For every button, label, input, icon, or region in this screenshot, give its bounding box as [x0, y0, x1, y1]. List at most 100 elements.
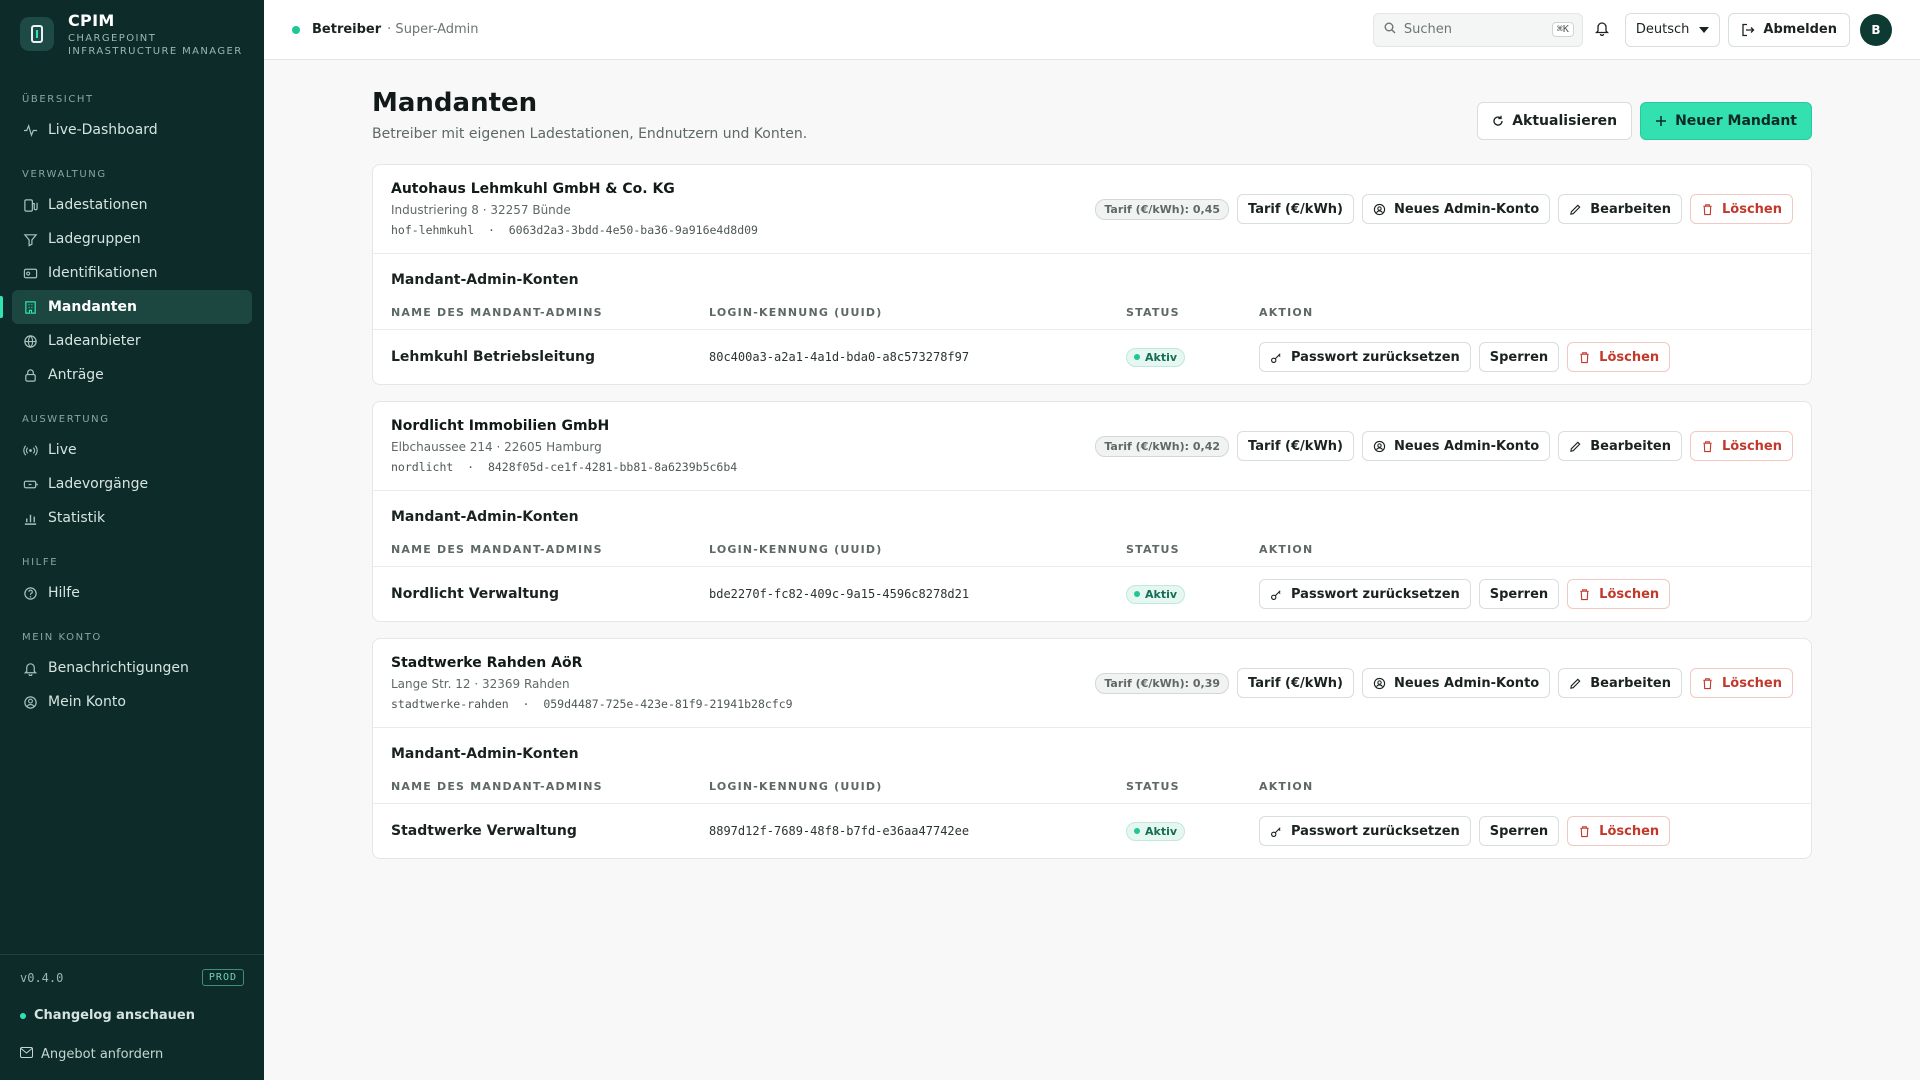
delete-tenant-label: Löschen: [1722, 438, 1782, 454]
new-admin-label: Neues Admin-Konto: [1393, 438, 1540, 454]
trash-icon: [1701, 677, 1714, 690]
nav-section-title: MEIN KONTO: [22, 632, 102, 643]
sidebar-item-mandanten[interactable]: Mandanten: [0, 290, 252, 324]
tenant-name: Nordlicht Immobilien GmbH: [391, 418, 610, 434]
delete-tenant-button[interactable]: Löschen: [1690, 194, 1793, 224]
help-icon: [22, 585, 38, 601]
sidebar-item-anträge[interactable]: Anträge: [12, 358, 252, 392]
sidebar-item-ladegruppen[interactable]: Ladegruppen: [12, 222, 252, 256]
sidebar: CPIM CHARGEPOINT INFRASTRUCTURE MANAGER …: [0, 0, 264, 1080]
col-header-action: AKTION: [1259, 306, 1314, 319]
tariff-button[interactable]: Tarif (€/kWh): [1237, 194, 1354, 224]
status-cell: Aktiv: [1126, 347, 1259, 367]
bar-chart-icon: [22, 510, 38, 526]
sidebar-item-label: Benachrichtigungen: [48, 660, 189, 676]
status-dot-icon: [20, 1012, 26, 1019]
sidebar-item-hilfe[interactable]: Hilfe: [12, 576, 252, 610]
sidebar-item-live[interactable]: Live: [12, 433, 252, 467]
battery-icon: [22, 476, 38, 492]
chevron-down-icon: [1699, 26, 1710, 33]
edit-button[interactable]: Bearbeiten: [1558, 431, 1682, 461]
col-header-action: AKTION: [1259, 780, 1314, 793]
col-header-status: STATUS: [1126, 543, 1180, 556]
plus-icon: [1655, 115, 1667, 127]
delete-admin-button[interactable]: Löschen: [1567, 579, 1671, 609]
notifications-button[interactable]: [1585, 13, 1619, 47]
refresh-label: Aktualisieren: [1512, 113, 1618, 129]
reset-password-button[interactable]: Passwort zurücksetzen: [1259, 579, 1471, 609]
tenant-header: Nordlicht Immobilien GmbH Elbchaussee 214…: [373, 402, 1811, 491]
status-label: Aktiv: [1145, 350, 1178, 364]
changelog-label: Changelog anschauen: [34, 1008, 195, 1023]
role-status-dot-icon: [292, 25, 300, 34]
sidebar-item-label: Hilfe: [48, 585, 80, 601]
search-input[interactable]: Suchen ⌘K: [1372, 12, 1583, 47]
sidebar-item-label: Mandanten: [48, 299, 137, 315]
bell-icon: [22, 660, 38, 676]
avatar[interactable]: B: [1860, 13, 1892, 46]
sidebar-item-benachrichtigungen[interactable]: Benachrichtigungen: [12, 651, 252, 685]
broadcast-icon: [22, 442, 38, 458]
sidebar-item-ladevorgänge[interactable]: Ladevorgänge: [12, 467, 252, 501]
sidebar-item-label: Statistik: [48, 510, 106, 526]
delete-tenant-button[interactable]: Löschen: [1690, 431, 1793, 461]
refresh-button[interactable]: Aktualisieren: [1477, 102, 1633, 140]
tariff-label: Tarif (€/kWh): [1248, 675, 1343, 691]
tenant-slug: stadtwerke-rahden: [391, 697, 509, 711]
sidebar-item-mein-konto[interactable]: Mein Konto: [12, 685, 252, 719]
key-icon: [1270, 588, 1283, 601]
lock-account-button[interactable]: Sperren: [1478, 579, 1560, 609]
reset-password-button[interactable]: Passwort zurücksetzen: [1259, 342, 1471, 372]
new-admin-button[interactable]: Neues Admin-Konto: [1361, 431, 1551, 461]
col-header-name: NAME DES MANDANT-ADMINS: [391, 780, 603, 793]
new-tenant-button[interactable]: Neuer Mandant: [1640, 102, 1812, 140]
sidebar-item-label: Identifikationen: [48, 265, 158, 281]
lock-account-button[interactable]: Sperren: [1478, 816, 1560, 846]
sidebar-item-identifikationen[interactable]: Identifikationen: [12, 256, 252, 290]
request-quote-link[interactable]: Angebot anfordern: [20, 1047, 244, 1062]
reset-password-button[interactable]: Passwort zurücksetzen: [1259, 816, 1471, 846]
refresh-icon: [1492, 115, 1504, 127]
brand-subtitle-line1: CHARGEPOINT: [68, 32, 157, 44]
delete-tenant-label: Löschen: [1722, 675, 1782, 691]
table-row: Stadtwerke Verwaltung 8897d12f-7689-48f8-…: [373, 804, 1811, 858]
tenant-uuid: 6063d2a3-3bdd-4e50-ba36-9a916e4d8d09: [508, 223, 758, 237]
tenant-info: Stadtwerke Rahden AöR Lange Str. 12 · 323…: [391, 655, 793, 711]
edit-button[interactable]: Bearbeiten: [1558, 668, 1682, 698]
tariff-badge: Tarif (€/kWh): 0,42: [1095, 435, 1230, 457]
sidebar-item-ladestationen[interactable]: Ladestationen: [12, 188, 252, 222]
table-row: Nordlicht Verwaltung bde2270f-fc82-409c-9…: [373, 567, 1811, 621]
sidebar-item-live-dashboard[interactable]: Live-Dashboard: [12, 113, 252, 147]
sidebar-item-label: Mein Konto: [48, 694, 126, 710]
delete-tenant-button[interactable]: Löschen: [1690, 668, 1793, 698]
row-actions: Passwort zurücksetzen Sperren Löschen: [1259, 579, 1793, 609]
bell-icon: [1594, 20, 1609, 40]
lock-account-button[interactable]: Sperren: [1478, 342, 1560, 372]
tariff-button[interactable]: Tarif (€/kWh): [1237, 431, 1354, 461]
logout-button[interactable]: Abmelden: [1728, 12, 1850, 47]
delete-admin-button[interactable]: Löschen: [1567, 816, 1671, 846]
delete-tenant-label: Löschen: [1722, 201, 1782, 217]
brand[interactable]: CPIM CHARGEPOINT INFRASTRUCTURE MANAGER: [0, 4, 264, 64]
table-row: Lehmkuhl Betriebsleitung 80c400a3-a2a1-4a…: [373, 330, 1811, 384]
activity-icon: [22, 122, 38, 138]
new-admin-button[interactable]: Neues Admin-Konto: [1361, 668, 1551, 698]
tenant-address: Industriering 8 · 32257 Bünde: [391, 203, 571, 217]
brand-subtitle-line2: INFRASTRUCTURE MANAGER: [68, 45, 243, 57]
request-quote-label: Angebot anfordern: [41, 1047, 164, 1062]
changelog-link[interactable]: Changelog anschauen: [20, 1008, 244, 1023]
language-value: Deutsch: [1635, 22, 1690, 37]
tariff-button[interactable]: Tarif (€/kWh): [1237, 668, 1354, 698]
sidebar-item-statistik[interactable]: Statistik: [12, 501, 252, 535]
user-plus-icon: [1373, 440, 1386, 453]
status-badge: Aktiv: [1126, 584, 1186, 604]
reset-password-label: Passwort zurücksetzen: [1291, 823, 1460, 839]
language-select[interactable]: Deutsch: [1624, 12, 1721, 47]
sidebar-item-label: Ladestationen: [48, 197, 148, 213]
group-icon: [22, 231, 38, 247]
new-admin-button[interactable]: Neues Admin-Konto: [1361, 194, 1551, 224]
sidebar-item-ladeanbieter[interactable]: Ladeanbieter: [12, 324, 252, 358]
nav-section-title: HILFE: [22, 557, 59, 568]
delete-admin-button[interactable]: Löschen: [1567, 342, 1671, 372]
edit-button[interactable]: Bearbeiten: [1558, 194, 1682, 224]
